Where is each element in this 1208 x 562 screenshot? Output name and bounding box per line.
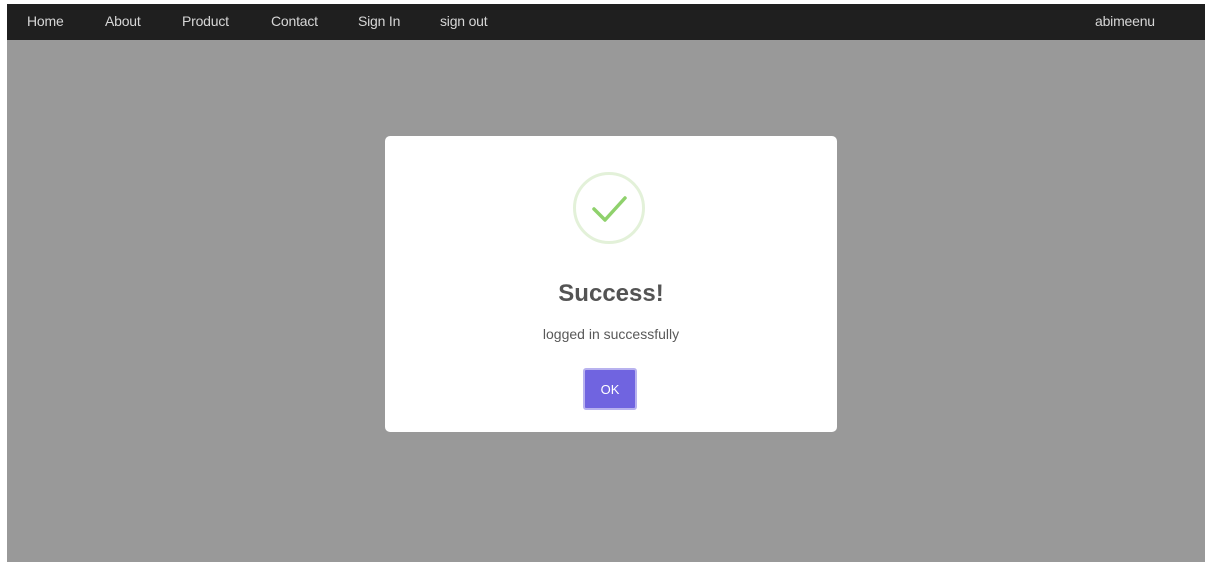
checkmark-icon [573,172,645,244]
page-backdrop: Home About Product Contact Sign In sign … [7,4,1205,562]
nav-home-link[interactable]: Home [27,4,64,40]
nav-contact-link[interactable]: Contact [271,4,318,40]
success-dialog: Success! logged in successfully OK [385,136,837,432]
nav-about-link[interactable]: About [105,4,141,40]
nav-product-link[interactable]: Product [182,4,229,40]
dialog-title: Success! [558,280,664,307]
dialog-message: logged in successfully [542,326,680,342]
nav-username-link[interactable]: abimeenu [1095,4,1155,40]
nav-sign-out-link[interactable]: sign out [440,4,488,40]
top-navbar: Home About Product Contact Sign In sign … [7,4,1205,40]
ok-button[interactable]: OK [583,368,637,410]
nav-sign-in-link[interactable]: Sign In [358,4,400,40]
